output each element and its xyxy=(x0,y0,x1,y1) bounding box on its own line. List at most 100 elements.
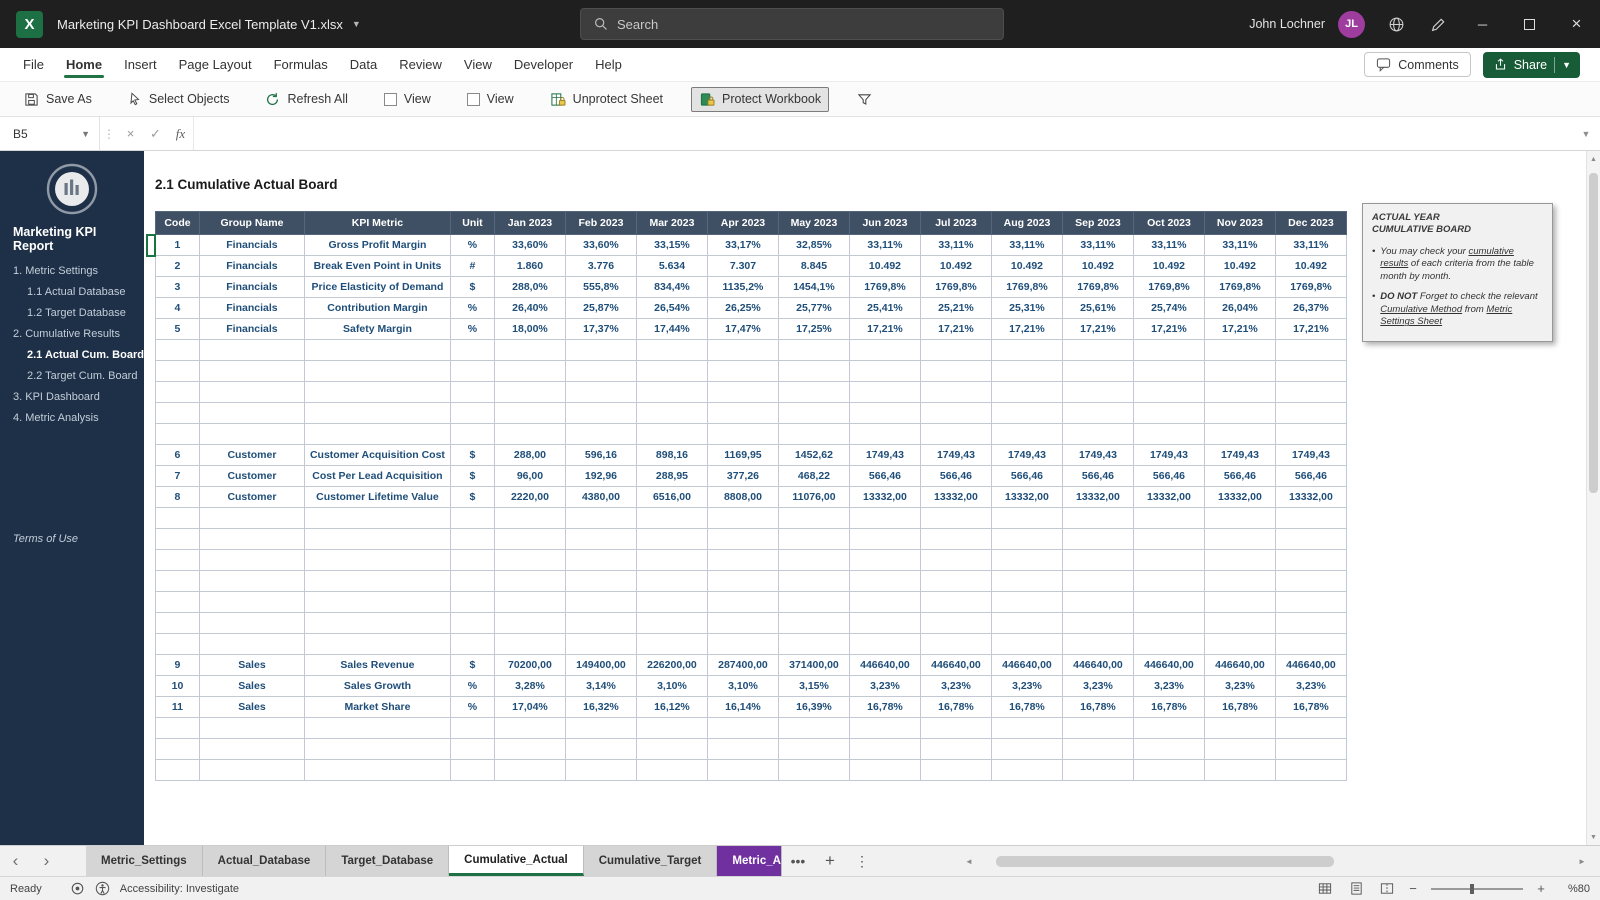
cell[interactable] xyxy=(848,612,921,634)
cell[interactable]: 32,85% xyxy=(777,234,850,256)
cell[interactable]: 1.860 xyxy=(493,255,566,277)
cell[interactable]: 33,15% xyxy=(635,234,708,256)
cell[interactable] xyxy=(493,759,566,781)
cell[interactable]: 1749,43 xyxy=(1061,444,1134,466)
cell[interactable] xyxy=(1061,507,1134,529)
cell[interactable] xyxy=(1274,759,1347,781)
cell[interactable] xyxy=(1203,381,1276,403)
cell[interactable]: 26,40% xyxy=(493,297,566,319)
cell[interactable] xyxy=(1132,591,1205,613)
cell[interactable] xyxy=(303,339,451,361)
cell[interactable] xyxy=(1132,612,1205,634)
cell[interactable] xyxy=(919,717,992,739)
cell[interactable]: % xyxy=(449,318,495,340)
cell[interactable]: Contribution Margin xyxy=(303,297,451,319)
cell[interactable]: 3,23% xyxy=(990,675,1063,697)
cell[interactable]: 33,11% xyxy=(990,234,1063,256)
cell[interactable]: 566,46 xyxy=(919,465,992,487)
cell[interactable] xyxy=(154,738,200,760)
cell[interactable] xyxy=(777,360,850,382)
cell[interactable]: 1749,43 xyxy=(848,444,921,466)
cell[interactable] xyxy=(990,633,1063,655)
cell[interactable] xyxy=(1203,570,1276,592)
cell[interactable]: 25,74% xyxy=(1132,297,1205,319)
cell[interactable]: Break Even Point in Units xyxy=(303,255,451,277)
cell[interactable]: 25,21% xyxy=(919,297,992,319)
cell[interactable] xyxy=(706,612,779,634)
cell[interactable]: 149400,00 xyxy=(564,654,637,676)
cell[interactable]: 9 xyxy=(154,654,200,676)
cell[interactable] xyxy=(1274,738,1347,760)
cell[interactable] xyxy=(990,570,1063,592)
cell[interactable] xyxy=(919,360,992,382)
cell[interactable]: Sales xyxy=(198,696,305,718)
sidebar-item-1-metric-settings[interactable]: 1. Metric Settings xyxy=(0,261,144,282)
cell[interactable]: 1169,95 xyxy=(706,444,779,466)
cell[interactable] xyxy=(919,339,992,361)
avatar[interactable]: JL xyxy=(1338,10,1365,38)
cell[interactable] xyxy=(1274,360,1347,382)
cell[interactable] xyxy=(1132,738,1205,760)
cell[interactable]: 25,41% xyxy=(848,297,921,319)
cell[interactable] xyxy=(303,402,451,424)
cell[interactable]: % xyxy=(449,696,495,718)
cell[interactable] xyxy=(1061,381,1134,403)
cell[interactable]: 33,11% xyxy=(1132,234,1205,256)
cell[interactable] xyxy=(848,360,921,382)
cell[interactable]: 16,12% xyxy=(635,696,708,718)
cell[interactable] xyxy=(493,402,566,424)
cell[interactable]: 1769,8% xyxy=(1274,276,1347,298)
sidebar-item-2-1-actual-cum-board[interactable]: 2.1 Actual Cum. Board xyxy=(0,345,144,366)
cell[interactable]: 3 xyxy=(154,276,200,298)
cell[interactable]: 17,25% xyxy=(777,318,850,340)
cell[interactable] xyxy=(848,633,921,655)
add-sheet-button[interactable]: + xyxy=(814,846,846,876)
zoom-out-button[interactable]: − xyxy=(1407,881,1419,896)
cell[interactable]: 898,16 xyxy=(635,444,708,466)
cell[interactable] xyxy=(154,591,200,613)
terms-of-use-link[interactable]: Terms of Use xyxy=(0,533,144,545)
zoom-in-button[interactable]: + xyxy=(1535,881,1547,896)
cell[interactable]: 566,46 xyxy=(1203,465,1276,487)
cell[interactable] xyxy=(303,381,451,403)
cell[interactable] xyxy=(777,633,850,655)
cell[interactable]: 566,46 xyxy=(1274,465,1347,487)
cell[interactable]: Customer xyxy=(198,465,305,487)
cell[interactable]: 566,46 xyxy=(1061,465,1134,487)
cell[interactable] xyxy=(706,759,779,781)
cell[interactable] xyxy=(449,570,495,592)
cell[interactable]: Financials xyxy=(198,234,305,256)
cell[interactable] xyxy=(1203,360,1276,382)
cell[interactable] xyxy=(493,612,566,634)
sidebar-item-3-kpi-dashboard[interactable]: 3. KPI Dashboard xyxy=(0,387,144,408)
cell[interactable] xyxy=(564,612,637,634)
cell[interactable] xyxy=(198,423,305,445)
cell[interactable] xyxy=(1274,381,1347,403)
cell[interactable] xyxy=(154,759,200,781)
cell[interactable]: 1749,43 xyxy=(990,444,1063,466)
cell[interactable]: 288,0% xyxy=(493,276,566,298)
cell[interactable] xyxy=(303,717,451,739)
cell[interactable] xyxy=(564,402,637,424)
cell[interactable]: 1769,8% xyxy=(1132,276,1205,298)
cell[interactable]: 446640,00 xyxy=(1132,654,1205,676)
cell[interactable]: 1452,62 xyxy=(777,444,850,466)
scroll-down-icon[interactable]: ▼ xyxy=(1587,829,1600,845)
cell[interactable]: 16,78% xyxy=(1203,696,1276,718)
cell[interactable] xyxy=(1203,738,1276,760)
cell[interactable] xyxy=(198,612,305,634)
cell[interactable]: 17,21% xyxy=(1203,318,1276,340)
cell[interactable] xyxy=(449,528,495,550)
cell[interactable] xyxy=(635,759,708,781)
cell[interactable] xyxy=(706,717,779,739)
cell[interactable] xyxy=(635,570,708,592)
cell[interactable]: $ xyxy=(449,276,495,298)
cell[interactable] xyxy=(493,423,566,445)
cell[interactable]: 446640,00 xyxy=(848,654,921,676)
cell[interactable] xyxy=(1274,528,1347,550)
cell[interactable] xyxy=(1203,633,1276,655)
cell[interactable]: 16,78% xyxy=(919,696,992,718)
cell[interactable] xyxy=(990,339,1063,361)
hscroll-right-icon[interactable]: ► xyxy=(1576,857,1588,866)
cell[interactable] xyxy=(635,423,708,445)
